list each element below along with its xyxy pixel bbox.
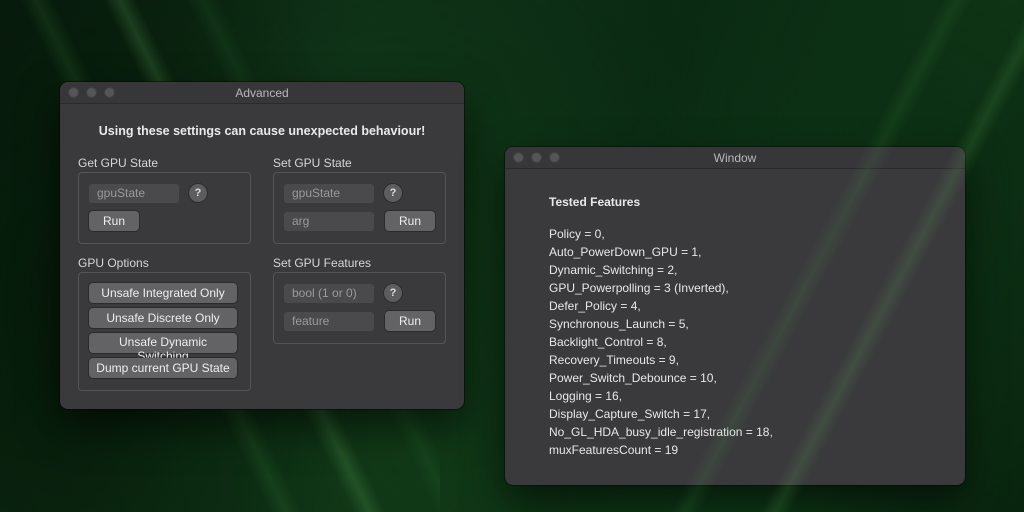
advanced-titlebar[interactable]: Advanced [60, 82, 464, 104]
zoom-icon[interactable] [104, 87, 115, 98]
window-controls[interactable] [513, 152, 560, 163]
advanced-content: Using these settings can cause unexpecte… [60, 104, 464, 409]
feature-line: Dynamic_Switching = 2, [549, 261, 921, 279]
features-titlebar[interactable]: Window [505, 147, 965, 169]
unsafe-discrete-only-button[interactable]: Unsafe Discrete Only [89, 308, 237, 328]
set-feature-bool-input[interactable] [284, 283, 374, 303]
feature-line: Recovery_Timeouts = 9, [549, 351, 921, 369]
get-gpu-state-label: Get GPU State [78, 156, 251, 170]
gpu-options-group: GPU Options Unsafe Integrated Only Unsaf… [78, 256, 251, 391]
set-gpu-features-group: Set GPU Features ? Run [273, 256, 446, 344]
feature-line: Defer_Policy = 4, [549, 297, 921, 315]
set-gpu-state-group: Set GPU State ? Run [273, 156, 446, 244]
feature-line: Policy = 0, [549, 225, 921, 243]
right-column: Set GPU State ? Run Set GPU Features [273, 156, 446, 391]
unsafe-dynamic-switching-button[interactable]: Unsafe Dynamic Switching [89, 333, 237, 353]
advanced-window: Advanced Using these settings can cause … [60, 82, 464, 409]
gpu-options-label: GPU Options [78, 256, 251, 270]
advanced-title: Advanced [235, 86, 288, 100]
set-gpu-state-run-button[interactable]: Run [385, 211, 435, 231]
zoom-icon[interactable] [549, 152, 560, 163]
dump-gpu-state-button[interactable]: Dump current GPU State [89, 358, 237, 378]
set-gpu-state-input[interactable] [284, 183, 374, 203]
help-icon[interactable]: ? [384, 184, 402, 202]
features-list: Policy = 0,Auto_PowerDown_GPU = 1,Dynami… [549, 225, 921, 459]
feature-line: Backlight_Control = 8, [549, 333, 921, 351]
set-feature-name-input[interactable] [284, 311, 374, 331]
minimize-icon[interactable] [531, 152, 542, 163]
feature-line: Synchronous_Launch = 5, [549, 315, 921, 333]
set-gpu-state-label: Set GPU State [273, 156, 446, 170]
features-window: Window Tested Features Policy = 0,Auto_P… [505, 147, 965, 485]
feature-line: Power_Switch_Debounce = 10, [549, 369, 921, 387]
left-column: Get GPU State ? Run GPU Options [78, 156, 251, 391]
unsafe-integrated-only-button[interactable]: Unsafe Integrated Only [89, 283, 237, 303]
feature-line: Logging = 16, [549, 387, 921, 405]
feature-line: GPU_Powerpolling = 3 (Inverted), [549, 279, 921, 297]
features-content: Tested Features Policy = 0,Auto_PowerDow… [505, 169, 965, 485]
feature-line: Auto_PowerDown_GPU = 1, [549, 243, 921, 261]
set-gpu-arg-input[interactable] [284, 211, 374, 231]
features-title: Window [714, 151, 757, 165]
features-heading: Tested Features [549, 193, 921, 211]
set-gpu-features-label: Set GPU Features [273, 256, 446, 270]
close-icon[interactable] [68, 87, 79, 98]
get-gpu-state-run-button[interactable]: Run [89, 211, 139, 231]
set-gpu-features-run-button[interactable]: Run [385, 311, 435, 331]
window-controls[interactable] [68, 87, 115, 98]
help-icon[interactable]: ? [384, 284, 402, 302]
get-gpu-state-group: Get GPU State ? Run [78, 156, 251, 244]
get-gpu-state-input[interactable] [89, 183, 179, 203]
feature-line: Display_Capture_Switch = 17, [549, 405, 921, 423]
warning-text: Using these settings can cause unexpecte… [78, 124, 446, 138]
feature-line: muxFeaturesCount = 19 [549, 441, 921, 459]
feature-line: No_GL_HDA_busy_idle_registration = 18, [549, 423, 921, 441]
close-icon[interactable] [513, 152, 524, 163]
minimize-icon[interactable] [86, 87, 97, 98]
help-icon[interactable]: ? [189, 184, 207, 202]
